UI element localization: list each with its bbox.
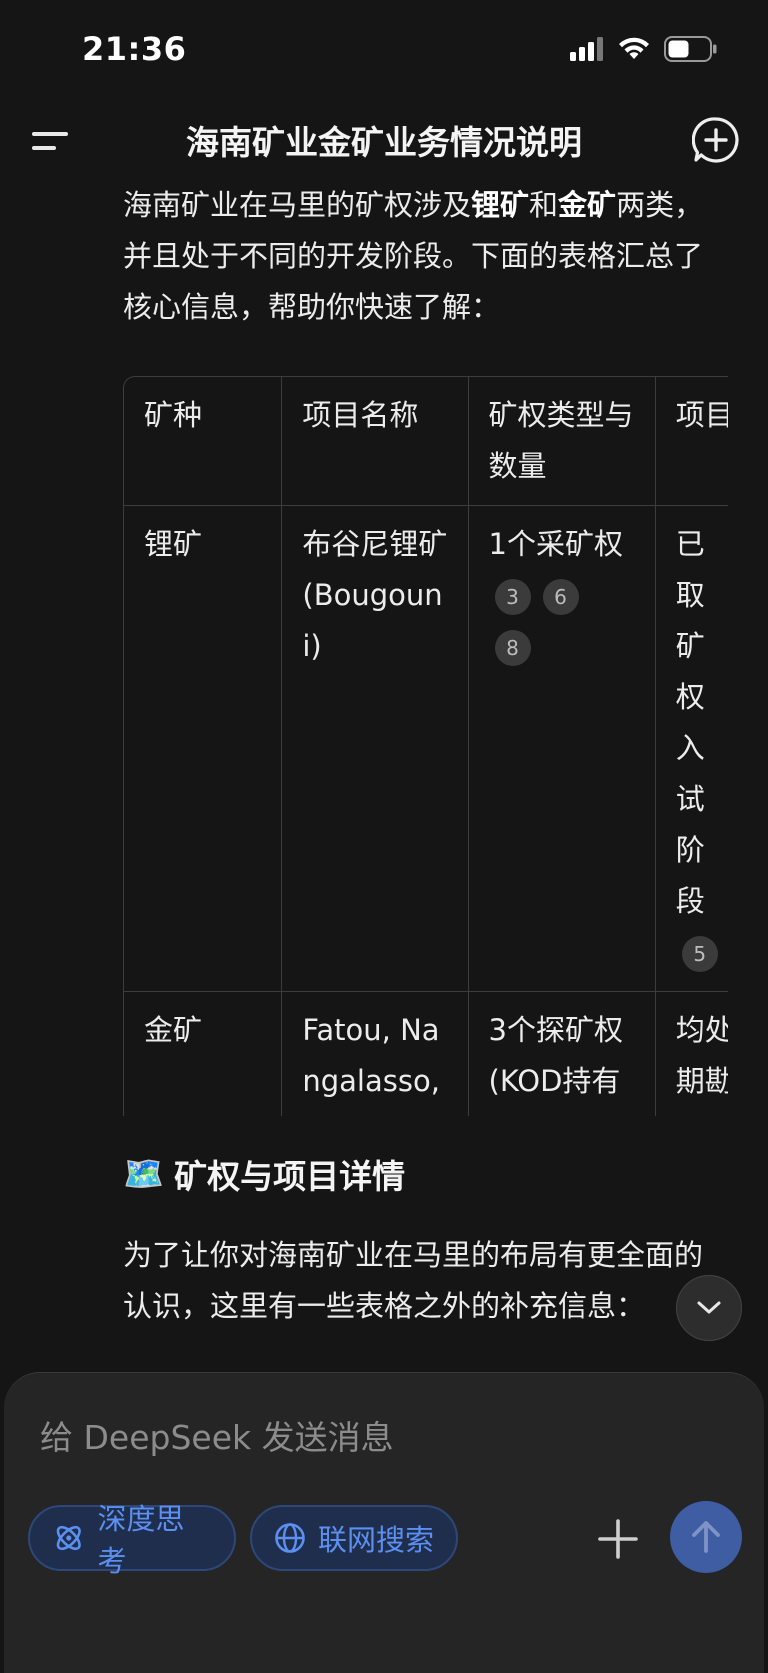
- table-cell-project: Fatou, Nangalasso, Slam: [282, 992, 469, 1116]
- table-cell-status: 均处期勘段1 7: [656, 992, 728, 1116]
- battery-icon: [664, 36, 717, 62]
- table-cell-mineral: 金矿: [124, 992, 283, 1116]
- status-text: 已取矿权入试阶段: [675, 527, 705, 918]
- table-header-cell: 矿权类型与数量: [468, 377, 656, 506]
- wifi-icon: [619, 37, 649, 59]
- intro-text: 和: [529, 188, 559, 222]
- table-header-cell: 项目名称: [282, 377, 469, 506]
- attach-button[interactable]: [596, 1517, 640, 1561]
- table-row: 金矿 Fatou, Nangalasso, Slam 3个探矿权 (KOD持有1…: [124, 992, 728, 1116]
- citation-badge[interactable]: 8: [494, 630, 531, 666]
- intro-bold-lithium: 锂矿: [471, 188, 530, 222]
- table-header-cell: 项目: [655, 377, 728, 506]
- table-cell-project: 布谷尼锂矿 (Bougouni): [282, 506, 469, 992]
- status-time: 21:36: [82, 30, 187, 68]
- table-header-row: 矿种 项目名称 矿权类型与数量 项目: [124, 377, 728, 506]
- web-search-button[interactable]: 联网搜索: [250, 1505, 458, 1571]
- section-heading-text: 矿权与项目详情: [174, 1157, 406, 1196]
- plus-icon: [598, 1519, 638, 1559]
- new-chat-button[interactable]: [691, 116, 740, 164]
- atom-icon: [56, 1525, 81, 1551]
- citation-badge[interactable]: 3: [494, 579, 531, 615]
- rights-text: 3个探矿权 (KOD持有100%权益): [488, 1013, 623, 1116]
- mining-rights-table[interactable]: 矿种 项目名称 矿权类型与数量 项目 锂矿 布谷尼锂矿 (Bougouni) 1…: [123, 376, 728, 1116]
- intro-bold-gold: 金矿: [558, 188, 617, 222]
- message-input[interactable]: 给 DeepSeek 发送消息: [40, 1411, 394, 1459]
- send-button[interactable]: [670, 1501, 742, 1573]
- detail-paragraph: 为了让你对海南矿业在马里的布局有更全面的认识，这里有一些表格之外的补充信息：: [123, 1238, 704, 1323]
- new-chat-icon: [691, 117, 739, 163]
- status-text: 均处期勘段: [675, 1013, 728, 1116]
- status-bar: 21:36: [0, 0, 768, 100]
- page-title: 海南矿业金矿业务情况说明: [186, 123, 582, 162]
- status-icons: [570, 36, 718, 62]
- message-composer: 给 DeepSeek 发送消息 深度思考 联网搜索: [4, 1372, 764, 1673]
- scroll-to-bottom-button[interactable]: [676, 1275, 742, 1341]
- table-cell-rights: 3个探矿权 (KOD持有100%权益)12 4: [469, 992, 656, 1116]
- intro-text: 海南矿业在马里的矿权涉及: [123, 188, 472, 222]
- table-cell-status: 已取矿权入试阶段 5: [655, 506, 728, 992]
- table-header-cell: 矿种: [124, 377, 283, 506]
- cellular-signal-icon: [570, 37, 603, 61]
- arrow-up-icon: [692, 1521, 720, 1553]
- deep-think-label: 深度思考: [97, 1502, 185, 1578]
- citation-badge[interactable]: 6: [542, 579, 579, 615]
- web-search-label: 联网搜索: [318, 1523, 435, 1557]
- message-content: 海南矿业在马里的矿权涉及锂矿和金矿两类，并且处于不同的开发阶段。下面的表格汇总了…: [123, 180, 728, 1380]
- map-icon: 🗺️: [123, 1154, 165, 1193]
- deep-think-button[interactable]: 深度思考: [28, 1502, 236, 1578]
- section-heading: 🗺️ 矿权与项目详情: [123, 1150, 405, 1198]
- intro-paragraph: 海南矿业在马里的矿权涉及锂矿和金矿两类，并且处于不同的开发阶段。下面的表格汇总了…: [123, 180, 728, 333]
- table-row: 锂矿 布谷尼锂矿 (Bougouni) 1个采矿权 36 8 已取矿权入试阶段 …: [124, 506, 728, 992]
- rights-text: 1个采矿权: [488, 527, 623, 561]
- chevron-down-icon: [697, 1301, 721, 1314]
- app-header: 海南矿业金矿业务情况说明: [0, 100, 768, 178]
- globe-icon: [275, 1523, 305, 1553]
- table-cell-mineral: 锂矿: [124, 506, 283, 992]
- citation-badge[interactable]: 5: [681, 936, 718, 972]
- table-cell-rights: 1个采矿权 36 8: [468, 506, 656, 992]
